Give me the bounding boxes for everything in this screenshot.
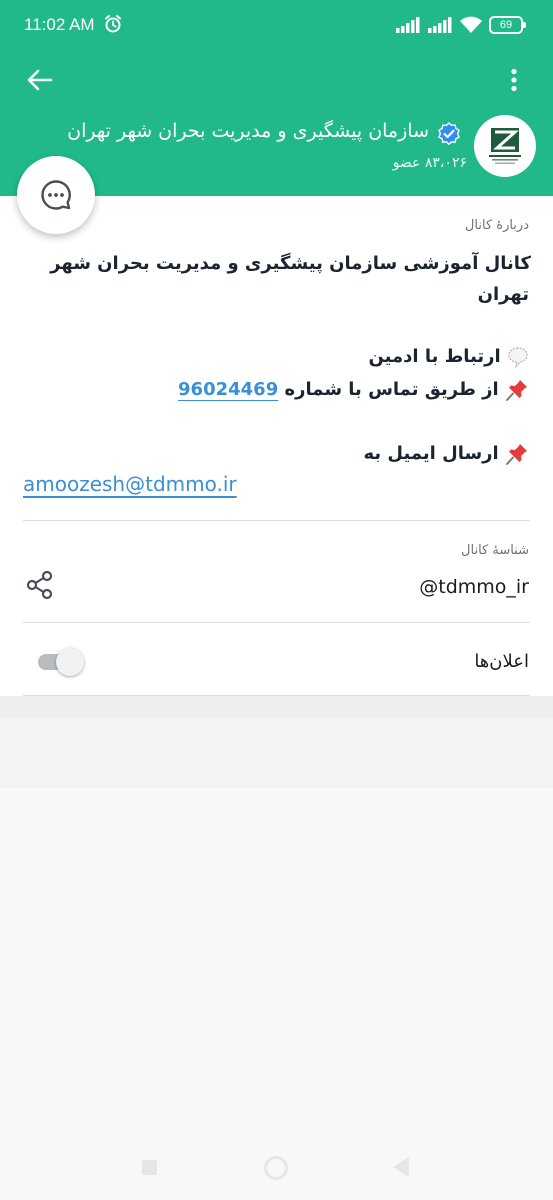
recents-button[interactable] xyxy=(142,1160,157,1175)
phone-number-link[interactable]: 96024469 xyxy=(178,379,278,400)
divider xyxy=(23,622,530,623)
member-count: ۸۳،۰۲۶ عضو xyxy=(392,155,467,171)
chat-icon xyxy=(41,180,71,210)
pushpin-icon xyxy=(506,380,527,401)
system-nav-bar xyxy=(0,1135,553,1200)
verified-icon xyxy=(438,122,460,146)
channel-username[interactable]: @tdmmo_ir xyxy=(419,576,529,598)
status-bar: 11:02 AM 69 xyxy=(0,0,553,52)
about-description-line2: تهران xyxy=(477,284,529,305)
channel-avatar[interactable] xyxy=(474,115,536,177)
status-time: 11:02 AM xyxy=(24,15,95,34)
section-separator xyxy=(0,696,553,718)
channel-title: سازمان پیشگیری و مدیریت بحران شهر تهران xyxy=(67,120,429,142)
phone-prefix-text: از طریق تماس با شماره xyxy=(284,379,499,400)
empty-section xyxy=(0,718,553,788)
email-line: ارسال ایمیل به xyxy=(363,442,529,466)
email-link[interactable]: amoozesh@tdmmo.ir xyxy=(23,472,237,496)
home-button[interactable] xyxy=(264,1156,288,1180)
channel-id-label: شناسهٔ کانال xyxy=(461,543,529,558)
pushpin-icon xyxy=(506,444,527,465)
system-back-button[interactable] xyxy=(393,1157,409,1177)
email-prefix-text: ارسال ایمیل به xyxy=(363,443,499,464)
admin-contact-line: ارتباط با ادمین xyxy=(368,346,529,369)
admin-contact-text: ارتباط با ادمین xyxy=(368,346,501,367)
alarm-icon xyxy=(105,15,121,33)
divider xyxy=(23,520,530,521)
channel-info-panel: دربارهٔ کانال کانال آموزشی سازمان پیشگیر… xyxy=(0,196,553,696)
back-arrow-icon xyxy=(27,69,53,91)
phone-line: از طریق تماس با شماره 96024469 xyxy=(178,378,529,402)
wifi-icon xyxy=(460,16,482,33)
signal-icon xyxy=(396,17,420,33)
channel-logo-icon xyxy=(489,128,521,164)
open-chat-button[interactable] xyxy=(17,156,95,234)
notifications-toggle[interactable] xyxy=(38,648,84,676)
about-label: دربارهٔ کانال xyxy=(464,218,529,233)
about-description-line1: کانال آموزشی سازمان پیشگیری و مدیریت بحر… xyxy=(50,253,531,274)
more-options-button[interactable] xyxy=(500,62,528,98)
signal-icon xyxy=(428,17,452,33)
speech-balloon-icon xyxy=(508,347,528,369)
toggle-knob xyxy=(56,648,84,676)
battery-icon: 69 xyxy=(489,16,526,34)
more-vert-icon xyxy=(511,68,517,92)
notifications-label: اعلان‌ها xyxy=(474,651,529,672)
share-icon[interactable] xyxy=(25,570,55,600)
back-button[interactable] xyxy=(22,62,58,98)
